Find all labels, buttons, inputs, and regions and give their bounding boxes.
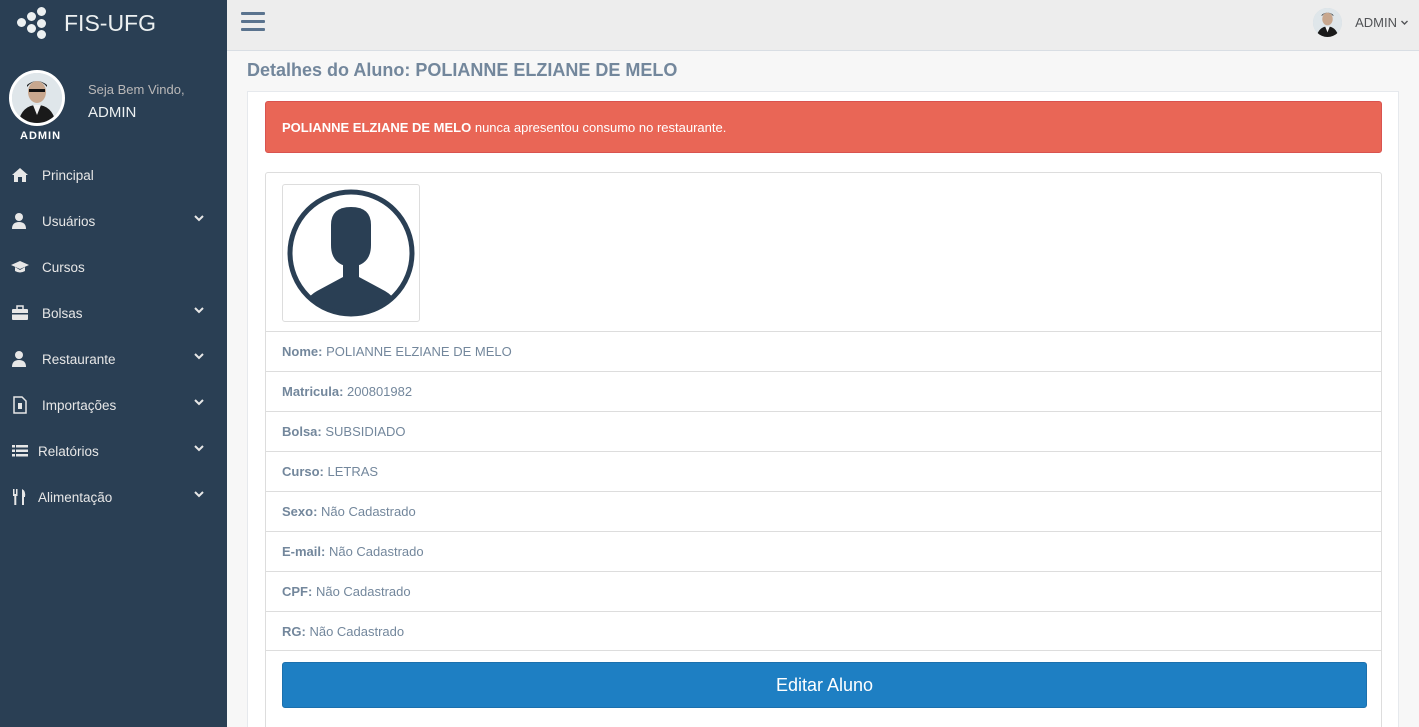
sidebar-item-label: Alimentação [38, 489, 113, 505]
brand[interactable]: FIS-UFG [0, 0, 227, 46]
sidebar-item-label: Relatórios [38, 443, 99, 459]
sidebar-item-label: Usuários [42, 213, 96, 229]
user-menu[interactable]: ADMIN [1313, 8, 1409, 37]
user-icon [12, 213, 26, 229]
menu-toggle-icon[interactable] [241, 12, 265, 34]
chevron-down-icon [1401, 20, 1408, 25]
details-list: Nome: POLIANNE ELZIANE DE MELO Matricula… [266, 331, 1381, 651]
sidebar-item-label: Restaurante [42, 351, 116, 367]
avatar [9, 70, 65, 126]
detail-label: Sexo: [282, 504, 318, 519]
sidebar-item-alimentacao[interactable]: Alimentação [0, 474, 227, 520]
list-item: RG: Não Cadastrado [266, 611, 1381, 651]
detail-value: Não Cadastrado [325, 544, 424, 559]
sidebar-item-cursos[interactable]: Cursos [0, 244, 227, 290]
list-item: Matricula: 200801982 [266, 371, 1381, 411]
detail-value: 200801982 [343, 384, 413, 399]
student-photo [282, 184, 420, 322]
default-avatar-icon [287, 189, 415, 317]
sidebar-item-label: Bolsas [42, 305, 83, 321]
sidebar-item-relatorios[interactable]: Relatórios [0, 428, 227, 474]
sidebar-item-restaurante[interactable]: Restaurante [0, 336, 227, 382]
detail-label: CPF: [282, 584, 313, 599]
file-import-icon [13, 396, 27, 414]
home-icon [12, 168, 28, 182]
sidebar-item-label: Principal [42, 167, 94, 183]
detail-value: Não Cadastrado [312, 584, 411, 599]
user-icon [12, 351, 26, 367]
avatar [1313, 8, 1343, 37]
brand-logo-icon [16, 7, 48, 39]
sidebar-item-label: Importações [42, 397, 117, 413]
list-item: Curso: LETRAS [266, 451, 1381, 491]
topbar: ADMIN [227, 0, 1419, 51]
chevron-down-icon [194, 399, 204, 406]
detail-label: Bolsa: [282, 424, 322, 439]
profile-role: ADMIN [20, 130, 62, 142]
chevron-down-icon [194, 353, 204, 360]
sidebar-item-label: Cursos [42, 259, 85, 275]
welcome-text: Seja Bem Vindo, [88, 82, 185, 97]
edit-student-button[interactable]: Editar Aluno [282, 662, 1367, 708]
detail-value: LETRAS [323, 464, 379, 479]
detail-label: RG: [282, 624, 306, 639]
graduation-cap-icon [11, 261, 29, 273]
page-title: Detalhes do Aluno: POLIANNE ELZIANE DE M… [247, 60, 678, 80]
main-content: Detalhes do Aluno: POLIANNE ELZIANE DE M… [227, 51, 1419, 727]
sidebar-item-bolsas[interactable]: Bolsas [0, 290, 227, 336]
list-item: Bolsa: SUBSIDIADO [266, 411, 1381, 451]
sidebar-item-usuarios[interactable]: Usuários [0, 198, 227, 244]
alert-text: nunca apresentou consumo no restaurante. [471, 120, 727, 135]
detail-value: Não Cadastrado [305, 624, 405, 639]
detail-label: Nome: [282, 344, 323, 359]
list-item: CPF: Não Cadastrado [266, 571, 1381, 611]
detail-label: Matricula: [282, 384, 344, 399]
alert-student-name: POLIANNE ELZIANE DE MELO [282, 120, 472, 135]
sidebar: FIS-UFG Seja Bem Vindo, ADMIN ADMIN Prin… [0, 0, 227, 727]
list-item: E-mail: Não Cadastrado [266, 531, 1381, 571]
list-item: Nome: POLIANNE ELZIANE DE MELO [266, 331, 1381, 371]
detail-label: E-mail: [282, 544, 326, 559]
student-card: Nome: POLIANNE ELZIANE DE MELO Matricula… [265, 172, 1382, 727]
detail-value: POLIANNE ELZIANE DE MELO [322, 344, 512, 359]
list-item: Sexo: Não Cadastrado [266, 491, 1381, 531]
detail-label: Curso: [282, 464, 324, 479]
detail-value: SUBSIDIADO [321, 424, 406, 439]
chevron-down-icon [194, 215, 204, 222]
chevron-down-icon [194, 307, 204, 314]
chevron-down-icon [194, 491, 204, 498]
list-icon [12, 445, 28, 457]
sidebar-item-importacoes[interactable]: Importações [0, 382, 227, 428]
profile-name: ADMIN [88, 104, 137, 121]
profile: Seja Bem Vindo, ADMIN ADMIN [0, 46, 227, 146]
chevron-down-icon [194, 445, 204, 452]
detail-value: Não Cadastrado [317, 504, 416, 519]
sidebar-menu: Principal Usuários Cursos Bolsas Restaur… [0, 152, 227, 520]
sidebar-item-principal[interactable]: Principal [0, 152, 227, 198]
brand-name: FIS-UFG [64, 9, 156, 36]
user-menu-label: ADMIN [1355, 15, 1397, 30]
briefcase-icon [12, 305, 28, 320]
cutlery-icon [13, 489, 26, 505]
details-panel: POLIANNE ELZIANE DE MELO nunca apresento… [247, 91, 1399, 727]
alert-message: POLIANNE ELZIANE DE MELO nunca apresento… [265, 101, 1382, 153]
